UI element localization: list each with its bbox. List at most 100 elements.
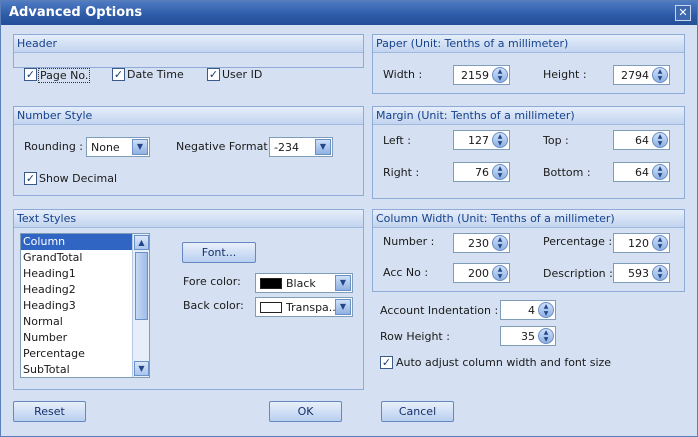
header-group: Header ✓ Page No. ✓ Date Time ✓ User ID bbox=[13, 34, 364, 83]
column-width-group: Column Width (Unit: Tenths of a millimet… bbox=[372, 209, 685, 292]
number-width-value: 230 bbox=[468, 237, 489, 250]
page-no-checkbox[interactable]: ✓ bbox=[24, 68, 37, 81]
fore-color-select[interactable]: Black ▼ bbox=[255, 273, 353, 293]
spin-arrows-icon[interactable]: ▲ ▼ bbox=[538, 302, 554, 318]
account-indentation-value: 4 bbox=[528, 304, 535, 317]
description-width-label: Description : bbox=[543, 267, 613, 280]
negative-format-value: -234 bbox=[274, 141, 299, 154]
cancel-button[interactable]: Cancel bbox=[381, 401, 454, 422]
auto-adjust-checkbox[interactable]: ✓ bbox=[380, 356, 393, 369]
row-height-value: 35 bbox=[521, 330, 535, 343]
rounding-label: Rounding : bbox=[24, 140, 84, 153]
paper-group: Paper (Unit: Tenths of a millimeter) Wid… bbox=[372, 34, 685, 94]
font-button[interactable]: Font... bbox=[182, 242, 256, 263]
chevron-up-icon[interactable]: ▲ bbox=[134, 235, 149, 250]
list-item[interactable]: SubTotal bbox=[21, 362, 132, 377]
list-item[interactable]: Heading2 bbox=[21, 282, 132, 298]
margin-group: Margin (Unit: Tenths of a millimeter) Le… bbox=[372, 106, 685, 199]
page-no-label[interactable]: Page No. bbox=[38, 68, 91, 83]
fore-color-swatch bbox=[260, 278, 282, 289]
top-stepper[interactable]: 64 ▲ ▼ bbox=[613, 130, 670, 150]
right-value: 76 bbox=[475, 166, 489, 179]
user-id-checkbox[interactable]: ✓ bbox=[207, 68, 220, 81]
advanced-options-dialog: Advanced Options ✕ Header ✓ Page No. ✓ D… bbox=[0, 0, 698, 437]
bottom-label: Bottom : bbox=[543, 166, 591, 179]
spin-arrows-icon[interactable]: ▲ ▼ bbox=[652, 235, 668, 251]
spin-arrows-icon[interactable]: ▲ ▼ bbox=[652, 164, 668, 180]
ok-button[interactable]: OK bbox=[269, 401, 342, 422]
spin-arrows-icon[interactable]: ▲ ▼ bbox=[652, 132, 668, 148]
list-item[interactable]: Normal bbox=[21, 314, 132, 330]
chevron-down-icon[interactable]: ▼ bbox=[315, 139, 331, 155]
accno-width-value: 200 bbox=[468, 267, 489, 280]
header-group-title: Header bbox=[14, 35, 363, 53]
fore-color-label: Fore color: bbox=[183, 275, 241, 288]
width-stepper[interactable]: 2159 ▲ ▼ bbox=[453, 65, 510, 85]
spin-arrows-icon[interactable]: ▲ ▼ bbox=[492, 265, 508, 281]
spin-arrows-icon[interactable]: ▲ ▼ bbox=[652, 265, 668, 281]
text-styles-items: Column GrandTotal Heading1 Heading2 Heading3… bbox=[21, 234, 132, 377]
description-width-stepper[interactable]: 593 ▲ ▼ bbox=[613, 263, 670, 283]
column-width-group-title: Column Width (Unit: Tenths of a millimet… bbox=[373, 210, 684, 228]
dialog-title: Advanced Options bbox=[9, 5, 143, 20]
chevron-down-icon[interactable]: ▼ bbox=[335, 275, 351, 291]
negative-format-select[interactable]: -234 ▼ bbox=[269, 137, 333, 157]
list-item[interactable]: Heading1 bbox=[21, 266, 132, 282]
left-stepper[interactable]: 127 ▲ ▼ bbox=[453, 130, 510, 150]
percentage-width-stepper[interactable]: 120 ▲ ▼ bbox=[613, 233, 670, 253]
row-height-stepper[interactable]: 35 ▲ ▼ bbox=[500, 326, 556, 346]
chevron-down-icon[interactable]: ▼ bbox=[132, 139, 148, 155]
spin-arrows-icon[interactable]: ▲ ▼ bbox=[538, 328, 554, 344]
negative-format-label: Negative Format : bbox=[176, 140, 275, 153]
percentage-width-label: Percentage : bbox=[543, 235, 613, 248]
spin-arrows-icon[interactable]: ▲ ▼ bbox=[652, 67, 668, 83]
bottom-stepper[interactable]: 64 ▲ ▼ bbox=[613, 162, 670, 182]
height-stepper[interactable]: 2794 ▲ ▼ bbox=[613, 65, 670, 85]
height-value: 2794 bbox=[621, 69, 649, 82]
back-color-label: Back color: bbox=[183, 299, 244, 312]
width-value: 2159 bbox=[461, 69, 489, 82]
close-icon[interactable]: ✕ bbox=[675, 5, 691, 21]
text-styles-list[interactable]: Column GrandTotal Heading1 Heading2 Heading3… bbox=[20, 233, 150, 378]
spin-arrows-icon[interactable]: ▲ ▼ bbox=[492, 132, 508, 148]
account-indentation-stepper[interactable]: 4 ▲ ▼ bbox=[500, 300, 556, 320]
show-decimal-checkbox[interactable]: ✓ bbox=[24, 172, 37, 185]
right-label: Right : bbox=[383, 166, 420, 179]
number-style-group-title: Number Style bbox=[14, 107, 363, 125]
bottom-value: 64 bbox=[635, 166, 649, 179]
fore-color-value: Black bbox=[286, 277, 316, 290]
chevron-down-icon[interactable]: ▼ bbox=[335, 299, 351, 315]
spin-arrows-icon[interactable]: ▲ ▼ bbox=[492, 235, 508, 251]
number-width-label: Number : bbox=[383, 235, 435, 248]
rounding-select[interactable]: None ▼ bbox=[86, 137, 150, 157]
list-item[interactable]: Percentage bbox=[21, 346, 132, 362]
list-item[interactable]: GrandTotal bbox=[21, 250, 132, 266]
number-style-group: Number Style Rounding : None ▼ Negative … bbox=[13, 106, 364, 196]
date-time-checkbox[interactable]: ✓ bbox=[112, 68, 125, 81]
back-color-select[interactable]: Transpa... ▼ bbox=[255, 297, 353, 317]
list-item[interactable]: Heading3 bbox=[21, 298, 132, 314]
margin-group-title: Margin (Unit: Tenths of a millimeter) bbox=[373, 107, 684, 125]
right-stepper[interactable]: 76 ▲ ▼ bbox=[453, 162, 510, 182]
list-item[interactable]: Number bbox=[21, 330, 132, 346]
accno-width-stepper[interactable]: 200 ▲ ▼ bbox=[453, 263, 510, 283]
back-color-value: Transpa... bbox=[286, 301, 340, 314]
back-color-swatch bbox=[260, 302, 282, 313]
number-width-stepper[interactable]: 230 ▲ ▼ bbox=[453, 233, 510, 253]
show-decimal-label[interactable]: Show Decimal bbox=[39, 172, 117, 185]
spin-arrows-icon[interactable]: ▲ ▼ bbox=[492, 67, 508, 83]
reset-button[interactable]: Reset bbox=[13, 401, 86, 422]
list-item[interactable]: Column bbox=[21, 234, 132, 250]
list-scrollbar[interactable]: ▲ ▼ bbox=[132, 234, 149, 377]
date-time-label[interactable]: Date Time bbox=[127, 68, 184, 81]
width-label: Width : bbox=[383, 68, 423, 81]
text-styles-group-title: Text Styles bbox=[14, 210, 363, 228]
spin-arrows-icon[interactable]: ▲ ▼ bbox=[492, 164, 508, 180]
title-bar[interactable]: Advanced Options ✕ bbox=[1, 1, 697, 25]
user-id-label[interactable]: User ID bbox=[222, 68, 262, 81]
accno-width-label: Acc No : bbox=[383, 266, 429, 279]
auto-adjust-label[interactable]: Auto adjust column width and font size bbox=[396, 356, 611, 369]
rounding-value: None bbox=[91, 141, 120, 154]
scrollbar-thumb[interactable] bbox=[135, 252, 148, 320]
chevron-down-icon[interactable]: ▼ bbox=[134, 361, 149, 376]
